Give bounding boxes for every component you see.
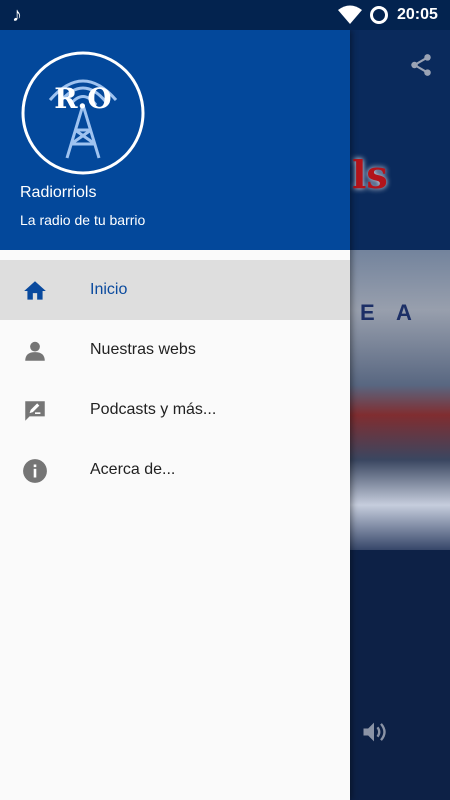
- background-banner: [350, 30, 450, 250]
- background-banner-text: ls: [352, 152, 388, 197]
- home-icon: [24, 281, 46, 300]
- menu-item-podcasts[interactable]: Podcasts y más...: [0, 380, 350, 440]
- radio-tower-logo: R.O: [21, 51, 145, 175]
- drawer-header: R.O Radiorriols La radio de tu barrio: [0, 30, 350, 250]
- background-photo-text: E A: [360, 300, 420, 325]
- menu-item-inicio[interactable]: Inicio: [0, 260, 350, 320]
- menu-item-label: Podcasts y más...: [90, 401, 217, 418]
- app-subtitle: La radio de tu barrio: [20, 212, 146, 228]
- status-bar: ♪ 20:05: [0, 0, 450, 30]
- sync-icon: [370, 6, 388, 24]
- info-icon: [23, 459, 47, 483]
- menu-item-nuestras-webs[interactable]: Nuestras webs: [0, 320, 350, 380]
- menu-item-label: Inicio: [90, 281, 128, 298]
- navigation-drawer: R.O Radiorriols La radio de tu barrio In…: [0, 30, 350, 800]
- drawer-menu: Inicio Nuestras webs Podcasts y más... A…: [0, 260, 350, 500]
- person-icon: [25, 341, 45, 361]
- music-note-icon: ♪: [12, 4, 22, 26]
- logo-text: R.O: [54, 82, 111, 115]
- volume-icon[interactable]: [360, 718, 388, 746]
- share-icon[interactable]: [408, 52, 434, 78]
- menu-item-acerca-de[interactable]: Acerca de...: [0, 440, 350, 500]
- menu-item-label: Nuestras webs: [90, 341, 196, 358]
- status-time: 20:05: [397, 6, 438, 23]
- wifi-icon: [338, 5, 362, 24]
- background-photo: [350, 250, 450, 550]
- app-name: Radiorriols: [20, 184, 97, 201]
- menu-item-label: Acerca de...: [90, 461, 176, 478]
- feedback-icon: [25, 401, 45, 421]
